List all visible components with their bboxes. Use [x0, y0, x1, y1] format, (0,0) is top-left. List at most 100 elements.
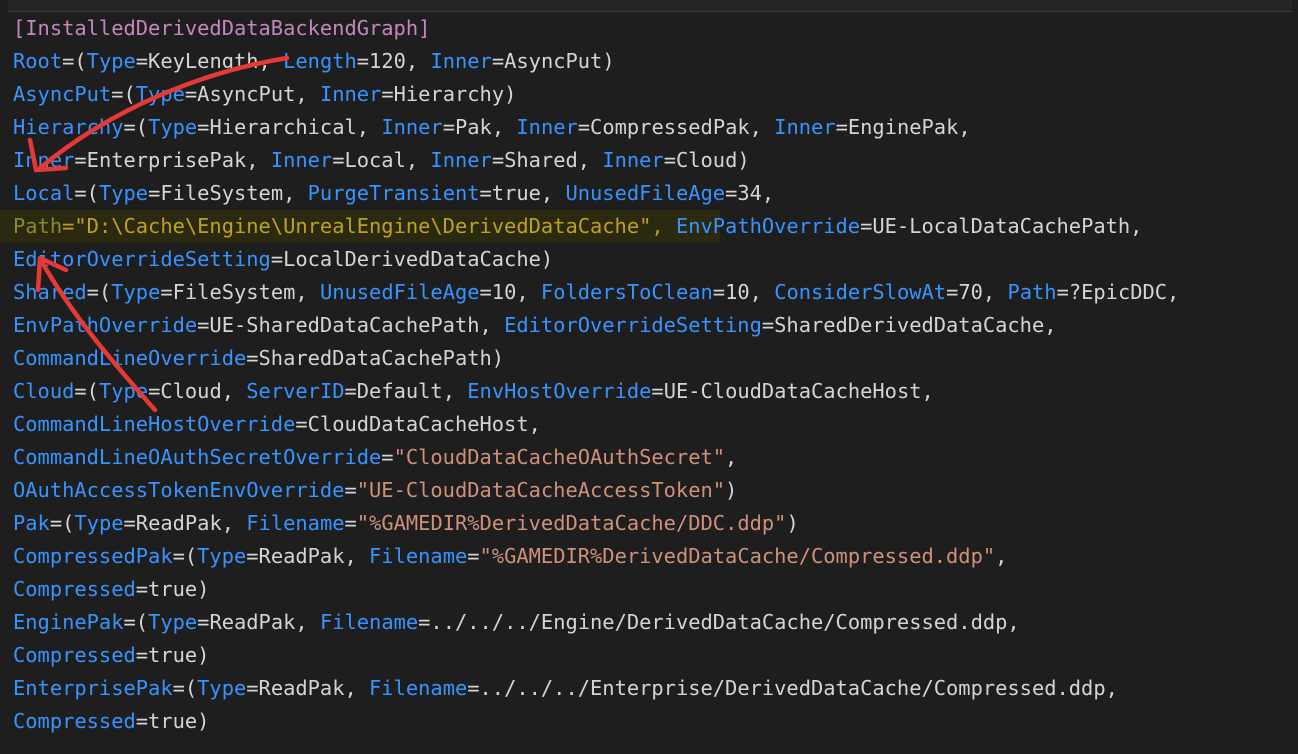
- code-text: =EnterprisePak,: [74, 148, 271, 172]
- code-text: =Default,: [344, 379, 468, 403]
- code-line[interactable]: Local=(Type=FileSystem, PurgeTransient=t…: [0, 177, 1298, 210]
- code-editor[interactable]: [InstalledDerivedDataBackendGraph] Root=(…: [0, 12, 1298, 738]
- code-line[interactable]: EnterprisePak=(Type=ReadPak, Filename=..…: [0, 672, 1298, 705]
- code-text: =FileSystem,: [148, 181, 308, 205]
- code-key: UnusedFileAge: [565, 181, 726, 205]
- code-key: Type: [135, 82, 185, 106]
- code-text: =34,: [725, 181, 775, 205]
- code-text: =ReadPak,: [246, 544, 370, 568]
- code-line[interactable]: Compressed=true): [0, 639, 1298, 672]
- code-text: =ReadPak,: [197, 610, 320, 634]
- code-text: =(: [172, 544, 198, 568]
- code-text: =(: [74, 181, 99, 205]
- code-key: Type: [197, 544, 247, 568]
- code-line[interactable]: CompressedPak=(Type=ReadPak, Filename="%…: [0, 540, 1298, 573]
- code-line[interactable]: EnvPathOverride=UE-SharedDataCachePath, …: [0, 309, 1298, 342]
- code-key: Hierarchy: [13, 115, 124, 139]
- code-line[interactable]: Hierarchy=(Type=Hierarchical, Inner=Pak,…: [0, 111, 1298, 144]
- code-text: ,: [725, 445, 738, 469]
- code-string: "CloudDataCacheOAuthSecret": [393, 445, 726, 469]
- code-text: =: [467, 544, 480, 568]
- code-text: =../../../Enterprise/DerivedDataCache/Co…: [467, 676, 1118, 700]
- code-key: Local: [13, 181, 75, 205]
- code-key: Inner: [270, 148, 333, 172]
- code-line[interactable]: Path="D:\Cache\Engine\UnrealEngine\Deriv…: [0, 210, 1142, 243]
- code-text: =Hierarchy): [381, 82, 517, 106]
- code-key: ServerID: [246, 379, 345, 403]
- code-key: Inner: [516, 115, 578, 139]
- code-text: =CompressedPak,: [577, 115, 775, 139]
- code-key: Type: [111, 280, 161, 304]
- code-line[interactable]: Root=(Type=KeyLength, Length=120, Inner=…: [0, 45, 1298, 78]
- code-text: =10,: [479, 280, 541, 304]
- code-text: =70,: [946, 280, 1008, 304]
- code-text: =(: [123, 610, 149, 634]
- code-key: Path: [1007, 280, 1057, 304]
- code-key: AsyncPut: [13, 82, 112, 106]
- code-line[interactable]: EnginePak=(Type=ReadPak, Filename=../../…: [0, 606, 1298, 639]
- code-line[interactable]: AsyncPut=(Type=AsyncPut, Inner=Hierarchy…: [0, 78, 1298, 111]
- code-key: Inner: [430, 148, 492, 172]
- code-key: Compressed: [13, 709, 136, 733]
- code-key: CommandLineOverride: [13, 346, 247, 370]
- code-line[interactable]: Shared=(Type=FileSystem, UnusedFileAge=1…: [0, 276, 1298, 309]
- code-text: =: [344, 478, 357, 502]
- code-text: =LocalDerivedDataCache): [270, 247, 554, 271]
- code-line[interactable]: CommandLineHostOverride=CloudDataCacheHo…: [0, 408, 1298, 441]
- code-text: =: [344, 511, 357, 535]
- code-key: Filename: [369, 544, 468, 568]
- code-string: =: [62, 214, 75, 238]
- code-text: =(: [111, 82, 136, 106]
- code-text: =CloudDataCacheHost,: [295, 412, 541, 436]
- code-text: =SharedDataCachePath): [246, 346, 505, 370]
- code-key: Path: [13, 214, 63, 238]
- code-text: =120,: [356, 49, 431, 73]
- code-text: =Cloud,: [148, 379, 247, 403]
- code-key: PurgeTransient: [307, 181, 480, 205]
- code-string: "%GAMEDIR%DerivedDataCache/Compressed.dd…: [479, 544, 996, 568]
- code-string: "%GAMEDIR%DerivedDataCache/DDC.ddp": [356, 511, 787, 535]
- code-key: UnusedFileAge: [319, 280, 480, 304]
- code-text: =EnginePak,: [835, 115, 971, 139]
- code-text: =Cloud): [663, 148, 750, 172]
- code-line[interactable]: Cloud=(Type=Cloud, ServerID=Default, Env…: [0, 375, 1298, 408]
- code-text: =(: [123, 115, 149, 139]
- code-text: =SharedDerivedDataCache,: [761, 313, 1057, 337]
- code-line[interactable]: EditorOverrideSetting=LocalDerivedDataCa…: [0, 243, 1298, 276]
- code-key: Root: [13, 49, 63, 73]
- code-key: Cloud: [13, 379, 75, 403]
- code-line[interactable]: OAuthAccessTokenEnvOverride="UE-CloudDat…: [0, 474, 1298, 507]
- code-line[interactable]: [InstalledDerivedDataBackendGraph]: [0, 12, 1298, 45]
- code-text: =Shared,: [491, 148, 603, 172]
- code-line[interactable]: Compressed=true): [0, 705, 1298, 738]
- code-key: ConsiderSlowAt: [774, 280, 947, 304]
- code-text: =(: [49, 511, 75, 535]
- code-key: Type: [148, 115, 198, 139]
- code-key: CompressedPak: [13, 544, 173, 568]
- code-text: =UE-SharedDataCachePath,: [197, 313, 505, 337]
- code-text: =true): [135, 709, 210, 733]
- code-text: =UE-CloudDataCacheHost,: [651, 379, 934, 403]
- code-key: Inner: [319, 82, 382, 106]
- code-text: =10,: [712, 280, 775, 304]
- code-text: =(: [172, 676, 198, 700]
- code-line[interactable]: Inner=EnterprisePak, Inner=Local, Inner=…: [0, 144, 1298, 177]
- code-text: =?EpicDDC,: [1056, 280, 1180, 304]
- editor-tab-strip: [8, 0, 1292, 12]
- code-key: Type: [98, 379, 149, 403]
- code-line[interactable]: Compressed=true): [0, 573, 1298, 606]
- code-line[interactable]: CommandLineOverride=SharedDataCachePath): [0, 342, 1298, 375]
- code-key: Type: [86, 49, 136, 73]
- code-section-header: [InstalledDerivedDataBackendGraph]: [13, 16, 431, 40]
- code-key: EditorOverrideSetting: [13, 247, 271, 271]
- code-text: =true): [135, 577, 210, 601]
- code-key: EnvHostOverride: [467, 379, 652, 403]
- code-key: Type: [98, 181, 149, 205]
- code-key: FoldersToClean: [540, 280, 713, 304]
- code-key: Inner: [13, 148, 75, 172]
- code-key: Filename: [369, 676, 468, 700]
- code-line[interactable]: CommandLineOAuthSecretOverride="CloudDat…: [0, 441, 1298, 474]
- code-line[interactable]: Pak=(Type=ReadPak, Filename="%GAMEDIR%De…: [0, 507, 1298, 540]
- code-key: EnvPathOverride: [13, 313, 198, 337]
